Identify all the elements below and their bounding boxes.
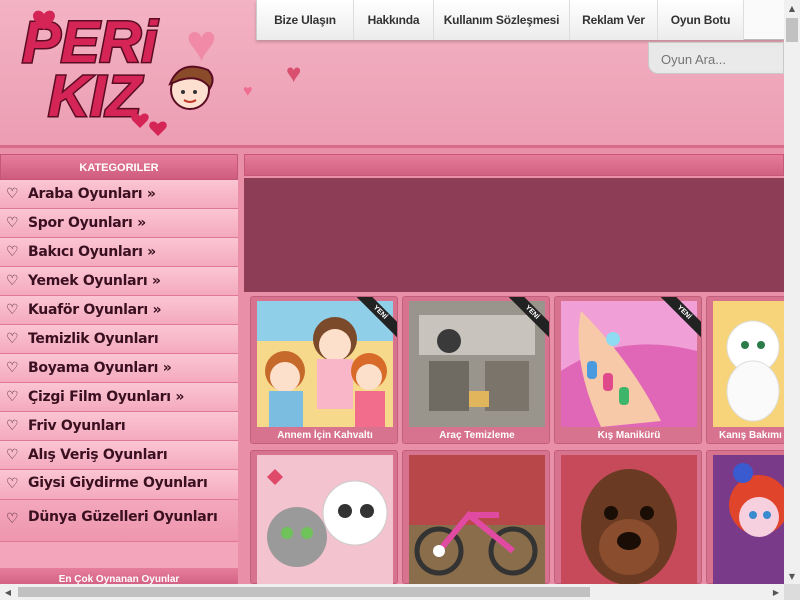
sidebar-item-label: Çizgi Film Oyunları » [28,389,185,405]
sidebar-item-cizgi-film[interactable]: ♡ Çizgi Film Oyunları » [0,383,238,412]
heart-icon: ♡ [6,302,19,318]
heart-icon: ♡ [6,273,19,289]
sidebar-item-temizlik[interactable]: ♡ Temizlik Oyunları [0,325,238,354]
sidebar-item-araba[interactable]: ♡ Araba Oyunları » [0,180,238,209]
sidebar-item-giysi[interactable]: ♡ Giysi Giydirme Oyunları [0,470,238,500]
heart-icon: ♡ [6,186,19,202]
heart-icon: ♡ [6,331,19,347]
scroll-down-icon[interactable]: ▼ [784,568,800,584]
sidebar-title: KATEGORILER [0,154,238,180]
heart-icon: ♡ [6,244,19,260]
sidebar-item-label: Kuaför Oyunları » [28,302,162,318]
sidebar-item-yemek[interactable]: ♡ Yemek Oyunları » [0,267,238,296]
heart-decoration-icon: ♥ [243,83,253,100]
category-sidebar: KATEGORILER ♡ Araba Oyunları » ♡ Spor Oyun… [0,154,238,588]
game-card[interactable]: YENİ Kış Manikürü [554,296,702,444]
new-badge: YENİ [503,297,549,343]
sidebar-item-label: Friv Oyunları [28,418,126,434]
game-card[interactable]: YENİ Araç Temizleme [402,296,550,444]
horizontal-scrollbar[interactable]: ◀ ▶ [0,584,784,600]
game-thumbnail [713,301,793,427]
sidebar-item-label: Alış Veriş Oyunları [28,447,168,463]
game-thumbnail [257,455,393,585]
sidebar-item-label: Yemek Oyunları » [28,273,161,289]
search-input[interactable] [661,48,783,70]
sidebar-item-boyama[interactable]: ♡ Boyama Oyunları » [0,354,238,383]
game-title: Kış Manikürü [597,430,661,441]
game-card[interactable] [250,450,398,585]
heart-icon: ♡ [6,360,19,376]
sidebar-item-label: Dünya Güzelleri Oyunları [28,509,218,525]
game-thumbnail [409,455,545,585]
scrollbar-corner [784,584,800,600]
heart-decoration-icon: ♥ [286,58,302,88]
sidebar-item-friv[interactable]: ♡ Friv Oyunları [0,412,238,441]
sidebar-item-dunya-guzelleri[interactable]: ♡ Dünya Güzelleri Oyunları [0,500,238,542]
heart-icon: ♡ [6,511,19,527]
nav-contact[interactable]: Bize Ulaşın [257,0,354,40]
ad-banner [244,178,784,292]
heart-icon: ♡ [6,215,19,231]
site-header: PERi KIZ ♥ ♥ ♥ Bize Ulaşın Hakkında Kull… [0,0,784,148]
scroll-left-icon[interactable]: ◀ [0,584,16,600]
sidebar-item-label: Araba Oyunları » [28,186,156,202]
game-thumbnail [713,455,793,585]
heart-decoration-icon: ♥ [186,15,217,73]
heart-icon: ♡ [6,476,19,492]
game-card[interactable]: YENİ Annem İçin Kahvaltı [250,296,398,444]
search-box [648,42,784,74]
heart-icon: ♡ [6,447,19,463]
new-badge: YENİ [351,297,397,343]
game-card[interactable] [554,450,702,585]
nav-game-bot[interactable]: Oyun Botu [658,0,744,40]
scroll-up-icon[interactable]: ▲ [784,0,800,16]
sidebar-item-kuafor[interactable]: ♡ Kuaför Oyunları » [0,296,238,325]
sidebar-item-label: Boyama Oyunları » [28,360,172,376]
heart-icon: ♡ [6,418,19,434]
game-thumbnail [561,455,697,585]
new-badge: YENİ [655,297,701,343]
sidebar-item-spor[interactable]: ♡ Spor Oyunları » [0,209,238,238]
nav-terms[interactable]: Kullanım Sözleşmesi [434,0,570,40]
top-navigation: Bize Ulaşın Hakkında Kullanım Sözleşmesi… [256,0,784,40]
content-header-bar [244,154,784,176]
nav-advertise[interactable]: Reklam Ver [570,0,658,40]
game-card[interactable] [402,450,550,585]
sidebar-item-label: Temizlik Oyunları [28,331,159,347]
sidebar-item-bakici[interactable]: ♡ Bakıcı Oyunları » [0,238,238,267]
game-title: Araç Temizleme [439,430,515,441]
main-content: YENİ Annem İçin Kahvaltı YENİ Araç Temiz… [244,154,793,585]
sidebar-item-label: Giysi Giydirme Oyunları [28,475,208,491]
sidebar-item-label: Bakıcı Oyunları » [28,244,156,260]
vertical-scrollbar[interactable]: ▲ ▼ [784,0,800,584]
game-card[interactable] [706,450,793,585]
game-title: Annem İçin Kahvaltı [277,430,373,441]
heart-icon: ♡ [6,389,19,405]
game-title: Kanış Bakımı [719,430,782,441]
game-card[interactable]: Kanış Bakımı [706,296,793,444]
vertical-scroll-thumb[interactable] [786,18,798,42]
scroll-right-icon[interactable]: ▶ [768,584,784,600]
nav-about[interactable]: Hakkında [354,0,434,40]
horizontal-scroll-thumb[interactable] [18,587,590,597]
sidebar-item-alis-veris[interactable]: ♡ Alış Veriş Oyunları [0,441,238,470]
sidebar-item-label: Spor Oyunları » [28,215,146,231]
logo-line2: KIZ [48,64,144,129]
